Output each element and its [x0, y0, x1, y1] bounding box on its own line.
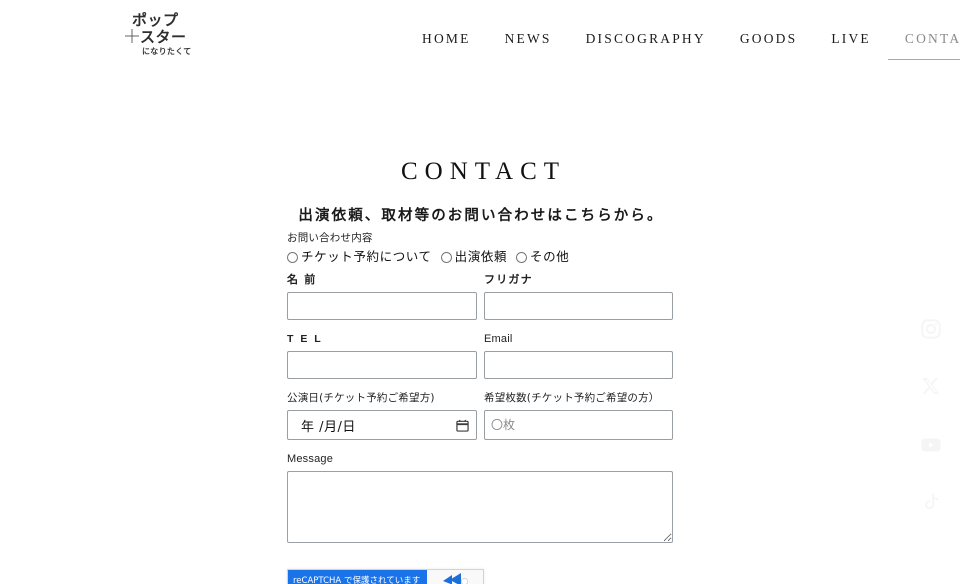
show-date-input[interactable]: 年 /月/日	[287, 410, 477, 440]
name-input[interactable]	[287, 292, 477, 320]
logo-line-3: になりたくて	[142, 47, 192, 56]
main-navigation: HOME NEWS DISCOGRAPHY GOODS LIVE CONTACT	[405, 28, 960, 60]
tel-label: T E L	[287, 333, 323, 345]
recaptcha-logo-icon	[427, 570, 483, 584]
field-furigana: フリガナ	[484, 273, 673, 320]
field-show-date: 公演日(チケット予約ご希望方) 年 /月/日	[287, 391, 477, 440]
inquiry-type-label: お問い合わせ内容	[287, 232, 373, 244]
email-label: Email	[484, 333, 513, 345]
radio-option-other[interactable]: その他	[516, 250, 569, 264]
logo-line-1: ポップ	[132, 11, 179, 29]
tel-input[interactable]	[287, 351, 477, 379]
recaptcha-badge[interactable]: reCAPTCHA で保護されています	[287, 569, 484, 584]
field-ticket-count: 希望枚数(チケット予約ご希望の方）	[484, 391, 673, 440]
contact-form: お問い合わせ内容 チケット予約について 出演依頼 その他 名 前 フリガナ T …	[287, 231, 673, 543]
row-tel-email: T E L Email	[287, 332, 673, 379]
furigana-label: フリガナ	[484, 273, 533, 286]
page-root: ポップ スター になりたくて HOME NEWS DISCOGRAPHY GOO…	[0, 0, 960, 584]
recaptcha-text: reCAPTCHA で保護されています	[288, 570, 427, 584]
field-message: Message	[287, 452, 673, 543]
brand-logo[interactable]: ポップ スター になりたくて	[118, 13, 196, 63]
ticket-count-label: 希望枚数(チケット予約ご希望の方）	[484, 392, 660, 404]
nav-item-discography[interactable]: DISCOGRAPHY	[569, 28, 723, 50]
row-date-tickets: 公演日(チケット予約ご希望方) 年 /月/日 希望枚数(チケット予約ご希望の方）…	[287, 391, 673, 440]
inquiry-radio-row: チケット予約について 出演依頼 その他	[287, 250, 578, 264]
sparkle-icon	[124, 28, 140, 44]
field-email: Email	[484, 332, 673, 379]
nav-item-live[interactable]: LIVE	[814, 28, 888, 50]
page-title: CONTACT	[400, 157, 567, 185]
message-label: Message	[287, 453, 334, 465]
inquiry-type-group: お問い合わせ内容 チケット予約について 出演依頼 その他	[287, 231, 673, 273]
nav-item-home[interactable]: HOME	[405, 28, 488, 50]
email-input[interactable]	[484, 351, 673, 379]
furigana-input[interactable]	[484, 292, 673, 320]
radio-input-other[interactable]	[516, 251, 528, 263]
nav-item-contact[interactable]: CONTACT	[887, 28, 960, 60]
nav-item-news[interactable]: NEWS	[488, 28, 569, 50]
radio-label-appearance: 出演依頼	[454, 249, 508, 264]
social-links-rail	[916, 318, 946, 514]
tiktok-icon[interactable]	[920, 492, 942, 514]
nav-item-goods[interactable]: GOODS	[723, 28, 815, 50]
radio-input-appearance[interactable]	[440, 251, 452, 263]
row-name-furigana: 名 前 フリガナ	[287, 273, 673, 320]
instagram-icon[interactable]	[920, 318, 942, 340]
logo-line-2: スター	[140, 28, 187, 46]
radio-option-ticket[interactable]: チケット予約について	[287, 250, 432, 264]
field-tel: T E L	[287, 332, 477, 379]
name-label: 名 前	[287, 273, 317, 286]
x-twitter-icon[interactable]	[920, 376, 942, 398]
ticket-count-input[interactable]	[484, 410, 673, 440]
show-date-label: 公演日(チケット予約ご希望方)	[287, 392, 435, 404]
youtube-icon[interactable]	[920, 434, 942, 456]
site-header: ポップ スター になりたくて HOME NEWS DISCOGRAPHY GOO…	[0, 0, 960, 78]
field-name: 名 前	[287, 273, 477, 320]
page-subtitle: 出演依頼、取材等のお問い合わせはこちらから。	[298, 207, 664, 224]
radio-label-other: その他	[530, 249, 570, 264]
radio-option-appearance[interactable]: 出演依頼	[440, 249, 508, 264]
radio-label-ticket: チケット予約について	[301, 249, 432, 264]
show-date-value: 年 /月/日	[301, 419, 356, 435]
calendar-icon[interactable]	[456, 419, 469, 432]
radio-input-ticket[interactable]	[287, 251, 298, 263]
message-textarea[interactable]	[287, 471, 673, 543]
